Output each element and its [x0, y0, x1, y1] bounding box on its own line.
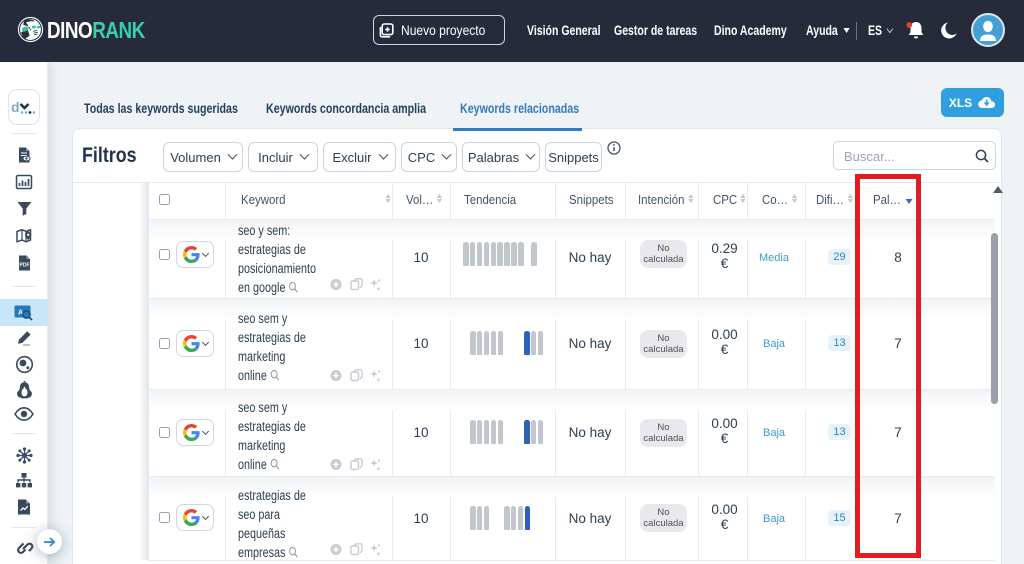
svg-text:PDF: PDF [19, 263, 29, 269]
svg-text:d: d [11, 99, 20, 115]
